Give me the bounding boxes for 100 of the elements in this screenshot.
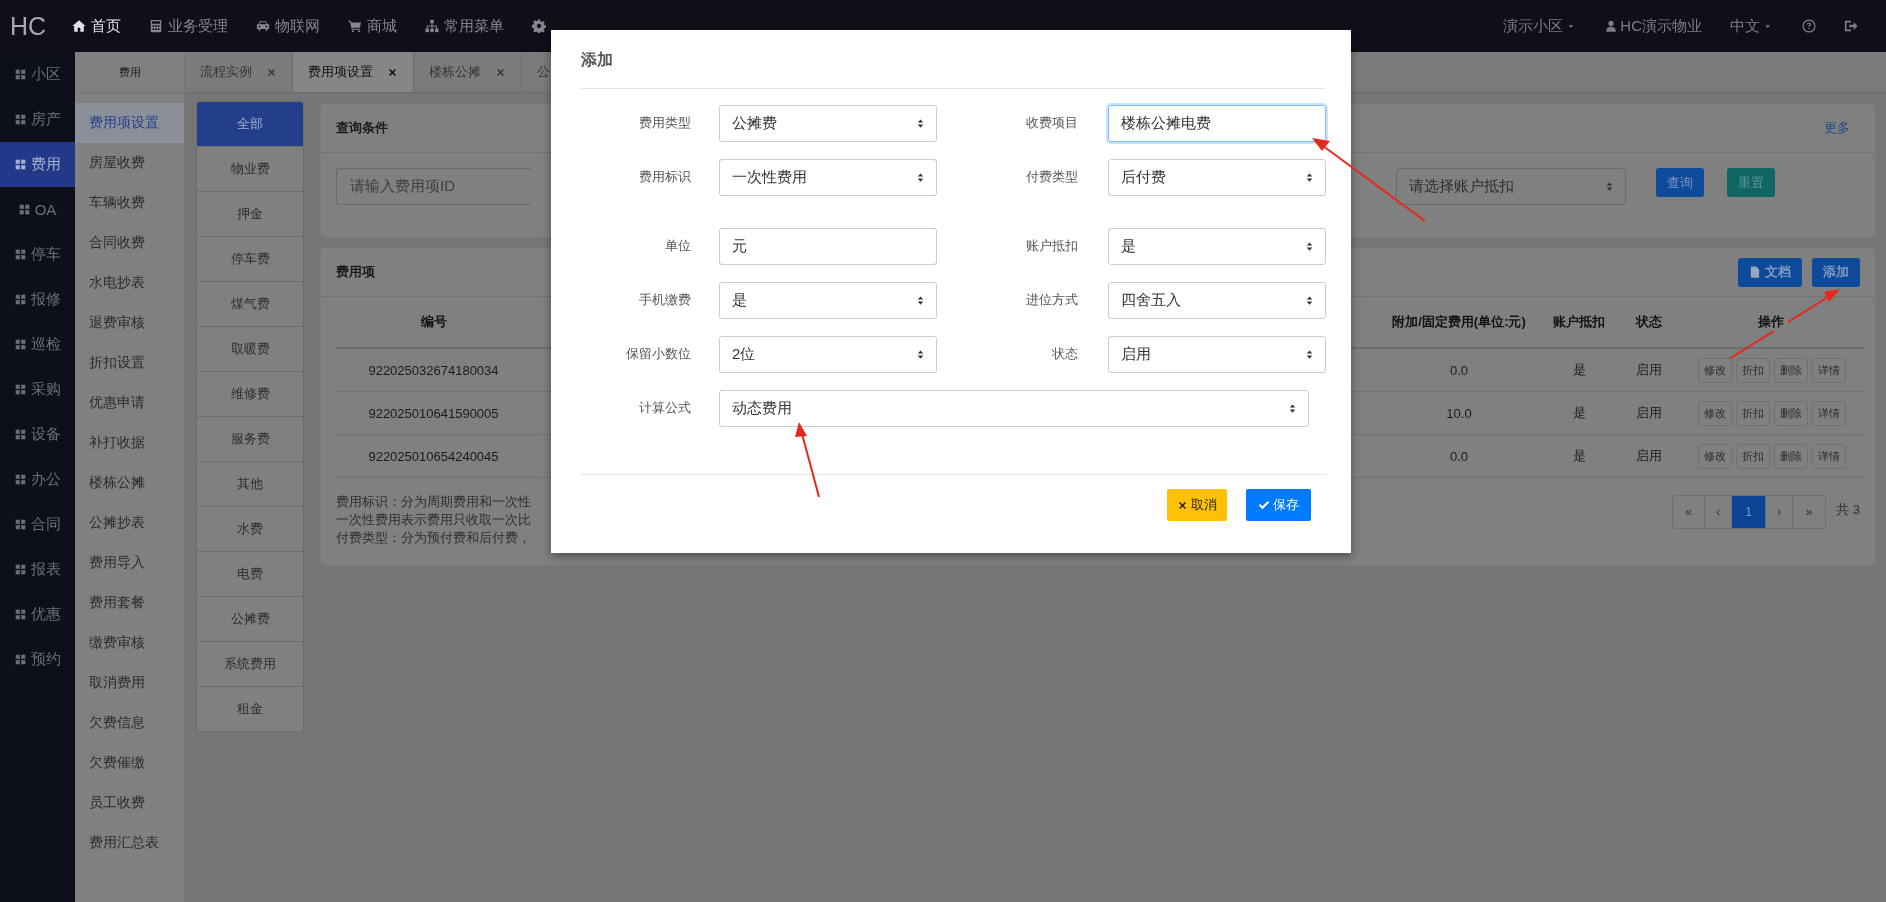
subnav-item[interactable]: 退费审核 [75,303,184,343]
page-button[interactable]: › [1766,495,1794,529]
field-label: 收费项目 [1025,114,1078,132]
subnav-item[interactable]: 房屋收费 [75,143,184,183]
select-field[interactable]: 2位 [719,336,937,373]
subnav-item[interactable]: 欠费催缴 [75,743,184,783]
menu-item[interactable]: 物联网 [256,16,321,36]
select-field[interactable]: 后付费 [1108,159,1326,196]
category-item[interactable]: 维修费 [197,372,303,417]
nav-item[interactable]: 费用 [0,142,75,187]
page-button[interactable]: » [1793,495,1827,529]
document-button[interactable]: 文档 [1738,257,1802,287]
menu-item[interactable]: 首页 [72,16,122,36]
nav-item[interactable]: 巡检 [0,322,75,367]
category-item[interactable]: 停车费 [197,237,303,282]
row-action-button[interactable]: 折扣 [1736,400,1770,426]
deduction-select[interactable]: 请选择账户抵扣 [1396,168,1626,205]
fee-id-field[interactable]: 请输入费用项ID [336,168,531,205]
page-button[interactable]: « [1672,495,1706,529]
add-button[interactable]: 添加 [1812,257,1860,287]
cancel-button[interactable]: 取消 [1167,489,1227,521]
category-item[interactable]: 公摊费 [197,597,303,642]
row-action-button[interactable]: 修改 [1698,357,1732,383]
subnav-item[interactable]: 缴费审核 [75,623,184,663]
category-item[interactable]: 服务费 [197,417,303,462]
page-tab[interactable]: 费用项设置 [293,52,414,92]
category-item[interactable]: 取暖费 [197,327,303,372]
subnav-item[interactable]: 车辆收费 [75,183,184,223]
category-item[interactable]: 全部 [197,102,303,147]
subnav-item[interactable]: 费用导入 [75,543,184,583]
category-item[interactable]: 煤气费 [197,282,303,327]
nav-item[interactable]: 设备 [0,412,75,457]
row-action-button[interactable]: 删除 [1774,357,1808,383]
row-action-button[interactable]: 修改 [1698,443,1732,469]
page-tab[interactable]: 楼栋公摊 [414,52,522,92]
row-action-button[interactable]: 删除 [1774,443,1808,469]
subnav-item[interactable]: 费用汇总表 [75,823,184,863]
subnav-item[interactable]: 补打收据 [75,423,184,463]
nav-item[interactable]: 预约 [0,637,75,682]
row-action-button[interactable]: 修改 [1698,400,1732,426]
category-item[interactable]: 其他 [197,462,303,507]
subnav-item[interactable]: 员工收费 [75,783,184,823]
nav-item[interactable]: 报修 [0,277,75,322]
reset-button[interactable]: 重置 [1727,168,1775,197]
subnav-item[interactable]: 费用项设置 [75,103,184,143]
category-item[interactable]: 租金 [197,687,303,731]
nav-item[interactable]: 小区 [0,52,75,97]
subnav-item[interactable]: 楼栋公摊 [75,463,184,503]
dropdown-toggle[interactable]: 演示小区 [1503,16,1578,36]
category-item[interactable]: 物业费 [197,147,303,192]
menu-item[interactable]: 商城 [348,16,398,36]
subnav-item[interactable]: 欠费信息 [75,703,184,743]
text-field[interactable]: 元 [719,228,937,265]
subnav-item[interactable]: 取消费用 [75,663,184,703]
row-action-button[interactable]: 详情 [1812,357,1846,383]
select-field[interactable]: 是 [719,282,937,319]
row-action-button[interactable]: 折扣 [1736,357,1770,383]
row-action-button[interactable]: 折扣 [1736,443,1770,469]
text-field[interactable]: 楼栋公摊电费 [1108,105,1326,142]
total-count: 共 3 [1836,501,1860,519]
nav-item[interactable]: OA [0,187,75,232]
page-button[interactable]: ‹ [1705,495,1733,529]
user-link[interactable]: HC演示物业 [1605,16,1702,36]
card-title: 费用项 [336,263,375,281]
select-field[interactable]: 启用 [1108,336,1326,373]
row-action-button[interactable]: 删除 [1774,400,1808,426]
subnav-item[interactable]: 优惠申请 [75,383,184,423]
category-item[interactable]: 水费 [197,507,303,552]
nav-item[interactable]: 采购 [0,367,75,412]
menu-item[interactable]: 常用菜单 [425,16,505,36]
row-action-button[interactable]: 详情 [1812,443,1846,469]
subnav-item[interactable]: 费用套餐 [75,583,184,623]
more-link[interactable]: 更多 [1824,119,1850,137]
category-item[interactable]: 系统费用 [197,642,303,687]
nav-item[interactable]: 报表 [0,547,75,592]
select-field[interactable]: 是 [1108,228,1326,265]
row-action-button[interactable]: 详情 [1812,400,1846,426]
category-item[interactable]: 押金 [197,192,303,237]
save-button[interactable]: 保存 [1246,489,1311,521]
table-cell-text: 启用 [1635,404,1663,422]
select-field[interactable]: 动态费用 [719,390,1309,427]
subnav-item[interactable]: 折扣设置 [75,343,184,383]
subnav-item[interactable]: 合同收费 [75,223,184,263]
column-header: 附加/固定费用(单位:元) [1391,313,1527,331]
query-button[interactable]: 查询 [1656,168,1704,197]
nav-item[interactable]: 优惠 [0,592,75,637]
page-button[interactable]: 1 [1732,495,1767,529]
menu-item[interactable]: 业务受理 [149,16,229,36]
select-field[interactable]: 公摊费 [719,105,937,142]
dropdown-toggle[interactable]: 中文 [1730,16,1774,36]
nav-item[interactable]: 房产 [0,97,75,142]
select-field[interactable]: 一次性费用 [719,159,937,196]
category-item[interactable]: 电费 [197,552,303,597]
select-field[interactable]: 四舍五入 [1108,282,1326,319]
nav-item[interactable]: 办公 [0,457,75,502]
subnav-item[interactable]: 水电抄表 [75,263,184,303]
table-cell-text: 启用 [1635,447,1663,465]
nav-item[interactable]: 停车 [0,232,75,277]
subnav-item[interactable]: 公摊抄表 [75,503,184,543]
nav-item[interactable]: 合同 [0,502,75,547]
